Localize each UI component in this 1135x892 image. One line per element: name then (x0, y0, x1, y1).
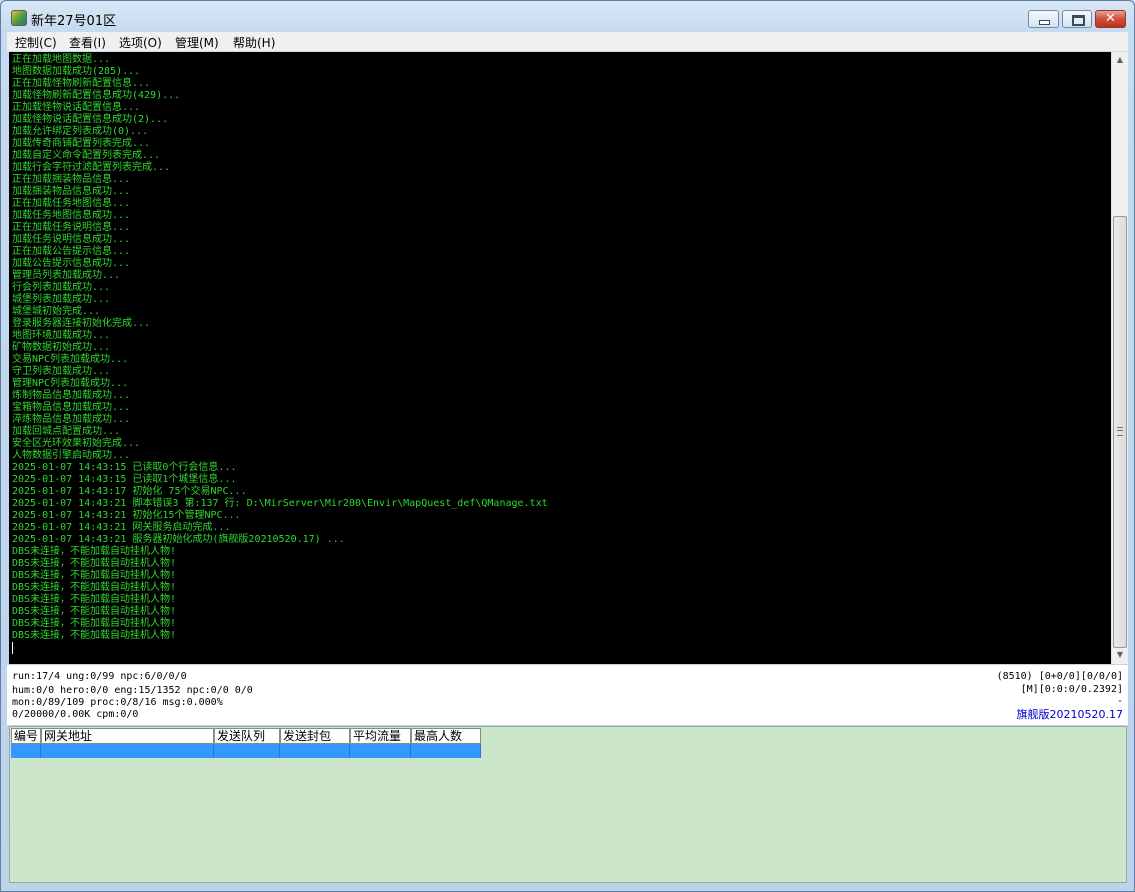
log-line: DBS未连接，不能加载自动挂机人物! (12, 570, 177, 581)
scroll-up-arrow-icon[interactable]: ▲ (1112, 52, 1128, 68)
log-line: DBS未连接，不能加载自动挂机人物! (12, 606, 177, 617)
log-line: 加载怪物说话配置信息成功(2)... (12, 114, 169, 125)
log-line: 正在加载公告提示信息... (12, 246, 131, 257)
log-line: 2025-01-07 14:43:15 已读取1个城堡信息... (12, 474, 237, 485)
log-line: 加载怪物刷新配置信息成功(429)... (12, 90, 181, 101)
log-line: 加载传奇商铺配置列表完成... (12, 138, 151, 149)
status-mon: mon:0/89/109 proc:0/8/16 msg:0.000% (12, 697, 223, 708)
log-line: 2025-01-07 14:43:17 初始化 75个交易NPC... (12, 486, 247, 497)
log-line: 加载任务说明信息成功... (12, 234, 131, 245)
app-window: 新年27号01区 ✕ 控制(C) 查看(I) 选项(O) 管理(M) 帮助(H)… (0, 0, 1135, 892)
log-line: 加载捆装物品信息成功... (12, 186, 131, 197)
text-caret (12, 642, 13, 654)
log-line: 2025-01-07 14:43:21 服务器初始化成功(旗舰版20210520… (12, 534, 345, 545)
selected-row-cell[interactable] (411, 744, 481, 758)
log-line: 正在加载任务说明信息... (12, 222, 131, 233)
log-line: 行会列表加载成功... (12, 282, 111, 293)
log-line: 人物数据引擎启动成功... (12, 450, 131, 461)
status-traffic: 0/20000/0.00K cpm:0/0 (12, 709, 139, 720)
selected-row-cell[interactable] (350, 744, 411, 758)
minimize-button[interactable] (1028, 10, 1059, 28)
minimize-icon (1039, 20, 1050, 25)
status-hum: hum:0/0 hero:0/0 eng:15/1352 npc:0/0 0/0 (12, 685, 253, 696)
log-line: 淬炼物品信息加载成功... (12, 414, 131, 425)
status-right-3: - (1116, 696, 1123, 707)
log-line: 正加载怪物说话配置信息... (12, 102, 141, 113)
log-console[interactable]: 正在加载地图数据... 地图数据加载成功(285)... 正在加载怪物刷新配置信息.… (9, 52, 1111, 664)
menu-view[interactable]: 查看(I) (69, 34, 106, 51)
log-line: DBS未连接，不能加载自动挂机人物! (12, 618, 177, 629)
selected-row-cell[interactable] (41, 744, 214, 758)
console-scrollbar[interactable]: ▲ ▼ (1111, 52, 1128, 664)
close-icon: ✕ (1105, 11, 1116, 26)
log-line: 管理NPC列表加载成功... (12, 378, 129, 389)
menu-bar: 控制(C) 查看(I) 选项(O) 管理(M) 帮助(H) (7, 32, 1128, 51)
column-header-send-packets[interactable]: 发送封包 (280, 728, 350, 744)
status-right-2: [M][0:0:0/0.2392] (1020, 684, 1123, 695)
status-run: run:17/4 ung:0/99 npc:6/0/0/0 (12, 671, 187, 682)
log-line: 宝箱物品信息加载成功... (12, 402, 131, 413)
log-line: 炼制物品信息加载成功... (12, 390, 131, 401)
log-line: 2025-01-07 14:43:21 网关服务启动完成... (12, 522, 231, 533)
log-line: 2025-01-07 14:43:21 脚本错误3 第:137 行: D:\Mi… (12, 498, 548, 509)
log-line: 地图环境加载成功... (12, 330, 111, 341)
log-line: 城堡城初始完成... (12, 306, 101, 317)
grip-icon (1117, 427, 1123, 436)
log-line: 正在加载怪物刷新配置信息... (12, 78, 151, 89)
log-line: 管理员列表加载成功... (12, 270, 121, 281)
selected-row-cell[interactable] (11, 744, 41, 758)
column-header-send-queue[interactable]: 发送队列 (214, 728, 280, 744)
log-line: DBS未连接，不能加载自动挂机人物! (12, 594, 177, 605)
window-title: 新年27号01区 (31, 14, 117, 29)
menu-help[interactable]: 帮助(H) (233, 34, 275, 51)
log-line: 加载自定义命令配置列表完成... (12, 150, 161, 161)
status-right-1: (8510) [0+0/0][0/0/0] (996, 671, 1123, 682)
log-line: 正在加载地图数据... (12, 54, 111, 65)
scroll-thumb[interactable] (1113, 216, 1127, 648)
log-line: 矿物数据初始成功... (12, 342, 111, 353)
log-line: DBS未连接，不能加载自动挂机人物! (12, 582, 177, 593)
log-line: 正在加载任务地图信息... (12, 198, 131, 209)
gateway-list[interactable]: 编号 网关地址 发送队列 发送封包 平均流量 最高人数 (9, 726, 1127, 883)
menu-manage[interactable]: 管理(M) (175, 34, 219, 51)
close-button[interactable]: ✕ (1095, 10, 1126, 28)
log-line: 地图数据加载成功(285)... (12, 66, 141, 77)
column-header-avg-traffic[interactable]: 平均流量 (350, 728, 411, 744)
version-label: 旗舰版20210520.17 (1016, 708, 1123, 721)
log-line: DBS未连接，不能加载自动挂机人物! (12, 630, 177, 641)
log-line: 2025-01-07 14:43:21 初始化15个管理NPC... (12, 510, 241, 521)
log-line: 加载允许绑定列表成功(0)... (12, 126, 149, 137)
column-header-address[interactable]: 网关地址 (41, 728, 214, 744)
log-line: 加载公告提示信息成功... (12, 258, 131, 269)
app-icon[interactable] (11, 10, 27, 26)
column-header-max-users[interactable]: 最高人数 (411, 728, 481, 744)
scroll-down-arrow-icon[interactable]: ▼ (1112, 647, 1128, 663)
maximize-icon (1072, 15, 1085, 26)
log-line: 安全区光环效果初始完成... (12, 438, 141, 449)
log-line: 守卫列表加载成功... (12, 366, 111, 377)
log-line: DBS未连接，不能加载自动挂机人物! (12, 546, 177, 557)
status-panel: run:17/4 ung:0/99 npc:6/0/0/0 hum:0/0 he… (7, 665, 1128, 725)
log-line: 加载行会字符过滤配置列表完成... (12, 162, 171, 173)
menu-control[interactable]: 控制(C) (15, 34, 57, 51)
log-line: DBS未连接，不能加载自动挂机人物! (12, 558, 177, 569)
menu-options[interactable]: 选项(O) (119, 34, 162, 51)
title-bar[interactable]: 新年27号01区 ✕ (1, 1, 1134, 33)
log-line: 城堡列表加载成功... (12, 294, 111, 305)
selected-row-cell[interactable] (214, 744, 280, 758)
column-header-id[interactable]: 编号 (11, 728, 41, 744)
log-line: 交易NPC列表加载成功... (12, 354, 129, 365)
log-line: 登录服务器连接初始化完成... (12, 318, 151, 329)
log-line: 加载回城点配置成功... (12, 426, 121, 437)
log-line: 正在加载捆装物品信息... (12, 174, 131, 185)
log-line: 2025-01-07 14:43:15 已读取0个行会信息... (12, 462, 237, 473)
maximize-button[interactable] (1062, 10, 1092, 28)
log-line: 加载任务地图信息成功... (12, 210, 131, 221)
selected-row-cell[interactable] (280, 744, 350, 758)
